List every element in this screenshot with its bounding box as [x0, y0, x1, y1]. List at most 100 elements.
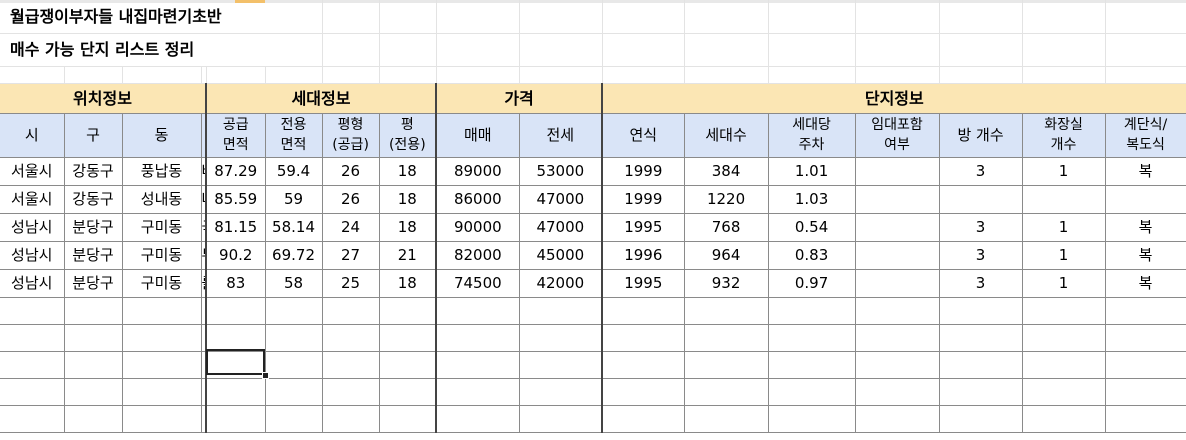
cell-stair-type[interactable]: 복 [1105, 241, 1186, 270]
group-header-location[interactable]: 위치정보 [0, 82, 207, 114]
cell-sale[interactable]: 86000 [436, 185, 520, 214]
cell-year[interactable]: 1999 [602, 185, 685, 214]
cell-supply-area[interactable]: 90.2 [206, 241, 266, 270]
cell-supply-area[interactable]: 81.15 [206, 213, 266, 242]
header-stair-type[interactable]: 계단식/복도식 [1105, 113, 1186, 158]
cell-bathrooms[interactable]: 1 [1022, 157, 1106, 186]
header-households[interactable]: 세대수 [684, 113, 769, 158]
cell-year[interactable]: 1995 [602, 213, 685, 242]
cell-rental[interactable] [855, 269, 940, 298]
cell-dong[interactable]: 구미동 [122, 213, 202, 242]
cell-jeonse[interactable]: 45000 [519, 241, 604, 270]
cell-year[interactable]: 1995 [602, 269, 685, 298]
spreadsheet-grid[interactable]: 월급쟁이부자들 내집마련기초반 매수 가능 단지 리스트 정리 위치정보 세대정… [0, 0, 1186, 433]
cell-pyeong-exclusive[interactable]: 18 [379, 213, 438, 242]
cell-exclusive-area[interactable]: 59.4 [265, 157, 323, 186]
cell-sale[interactable]: 90000 [436, 213, 520, 242]
cell-year[interactable]: 1996 [602, 241, 685, 270]
header-year[interactable]: 연식 [602, 113, 685, 158]
header-rooms[interactable]: 방 개수 [939, 113, 1023, 158]
cell-households[interactable]: 384 [684, 157, 769, 186]
cell-pyeong-exclusive[interactable]: 21 [379, 241, 438, 270]
cell-supply-area[interactable]: 85.59 [206, 185, 266, 214]
cell-jeonse[interactable]: 47000 [519, 185, 604, 214]
cell-supply-area[interactable]: 87.29 [206, 157, 266, 186]
cell-gu[interactable]: 강동구 [64, 157, 123, 186]
cell-gu[interactable]: 분당구 [64, 269, 123, 298]
cell-pyeong-supply[interactable]: 25 [322, 269, 380, 298]
cell-exclusive-area[interactable]: 58.14 [265, 213, 323, 242]
header-bathrooms[interactable]: 화장실 개수 [1022, 113, 1106, 158]
cell-bathrooms[interactable]: 1 [1022, 241, 1106, 270]
cell-si[interactable]: 서울시 [0, 185, 65, 214]
cell-rooms[interactable]: 3 [939, 241, 1023, 270]
cell-rental[interactable] [855, 241, 940, 270]
cell-rooms[interactable]: 3 [939, 157, 1023, 186]
header-si[interactable]: 시 [0, 113, 65, 158]
cell-pyeong-exclusive[interactable]: 18 [379, 269, 438, 298]
cell-si[interactable]: 성남시 [0, 241, 65, 270]
cell-sale[interactable]: 89000 [436, 157, 520, 186]
cell-parking[interactable]: 1.01 [768, 157, 856, 186]
cell-gu[interactable]: 강동구 [64, 185, 123, 214]
cell-jeonse[interactable]: 42000 [519, 269, 604, 298]
cell-households[interactable]: 932 [684, 269, 769, 298]
cell-bathrooms[interactable]: 1 [1022, 269, 1106, 298]
header-sale[interactable]: 매매 [436, 113, 520, 158]
group-header-household[interactable]: 세대정보 [206, 82, 438, 114]
header-exclusive-area[interactable]: 전용 면적 [265, 113, 323, 158]
cell-year[interactable]: 1999 [602, 157, 685, 186]
cell-parking[interactable]: 0.83 [768, 241, 856, 270]
cell-si[interactable]: 서울시 [0, 157, 65, 186]
header-pyeong-exclusive[interactable]: 평 (전용) [379, 113, 438, 158]
cell-rental[interactable] [855, 185, 940, 214]
cell-exclusive-area[interactable]: 69.72 [265, 241, 323, 270]
cell-gu[interactable]: 분당구 [64, 213, 123, 242]
cell-jeonse[interactable]: 47000 [519, 213, 604, 242]
cell-rooms[interactable]: 3 [939, 269, 1023, 298]
cell-stair-type[interactable]: 복 [1105, 157, 1186, 186]
cell-dong[interactable]: 성내동 [122, 185, 202, 214]
cell-pyeong-supply[interactable]: 26 [322, 185, 380, 214]
cell-rental[interactable] [855, 213, 940, 242]
cell-households[interactable]: 964 [684, 241, 769, 270]
cell-gu[interactable]: 분당구 [64, 241, 123, 270]
cell-si[interactable]: 성남시 [0, 269, 65, 298]
group-header-complex[interactable]: 단지정보 [602, 82, 1186, 114]
header-rental[interactable]: 임대포함 여부 [855, 113, 940, 158]
cell-exclusive-area[interactable]: 58 [265, 269, 323, 298]
cell-parking[interactable]: 0.54 [768, 213, 856, 242]
cell-supply-area[interactable]: 83 [206, 269, 266, 298]
cell-pyeong-supply[interactable]: 27 [322, 241, 380, 270]
cell-households[interactable]: 1220 [684, 185, 769, 214]
cell-pyeong-supply[interactable]: 26 [322, 157, 380, 186]
cell-parking[interactable]: 0.97 [768, 269, 856, 298]
cell-dong[interactable]: 구미동 [122, 241, 202, 270]
cell-parking[interactable]: 1.03 [768, 185, 856, 214]
header-jeonse[interactable]: 전세 [519, 113, 604, 158]
cell-pyeong-exclusive[interactable]: 18 [379, 185, 438, 214]
cell-stair-type[interactable]: 복 [1105, 213, 1186, 242]
cell-exclusive-area[interactable]: 59 [265, 185, 323, 214]
cell-bathrooms[interactable]: 1 [1022, 213, 1106, 242]
cell-sale[interactable]: 82000 [436, 241, 520, 270]
cell-pyeong-supply[interactable]: 24 [322, 213, 380, 242]
cell-dong[interactable]: 풍납동 [122, 157, 202, 186]
header-gu[interactable]: 구 [64, 113, 123, 158]
cell-rooms[interactable] [939, 185, 1023, 214]
header-supply-area[interactable]: 공급 면적 [206, 113, 266, 158]
cell-dong[interactable]: 구미동 [122, 269, 202, 298]
cell-households[interactable]: 768 [684, 213, 769, 242]
cell-pyeong-exclusive[interactable]: 18 [379, 157, 438, 186]
group-header-price[interactable]: 가격 [436, 82, 604, 114]
header-pyeong-supply[interactable]: 평형 (공급) [322, 113, 380, 158]
cell-jeonse[interactable]: 53000 [519, 157, 604, 186]
selected-cell-cursor[interactable] [206, 349, 265, 375]
cell-si[interactable]: 성남시 [0, 213, 65, 242]
cell-stair-type[interactable] [1105, 185, 1186, 214]
cell-rental[interactable] [855, 157, 940, 186]
fill-handle[interactable] [262, 372, 269, 379]
cell-sale[interactable]: 74500 [436, 269, 520, 298]
header-dong[interactable]: 동 [122, 113, 202, 158]
header-parking[interactable]: 세대당 주차 [768, 113, 856, 158]
